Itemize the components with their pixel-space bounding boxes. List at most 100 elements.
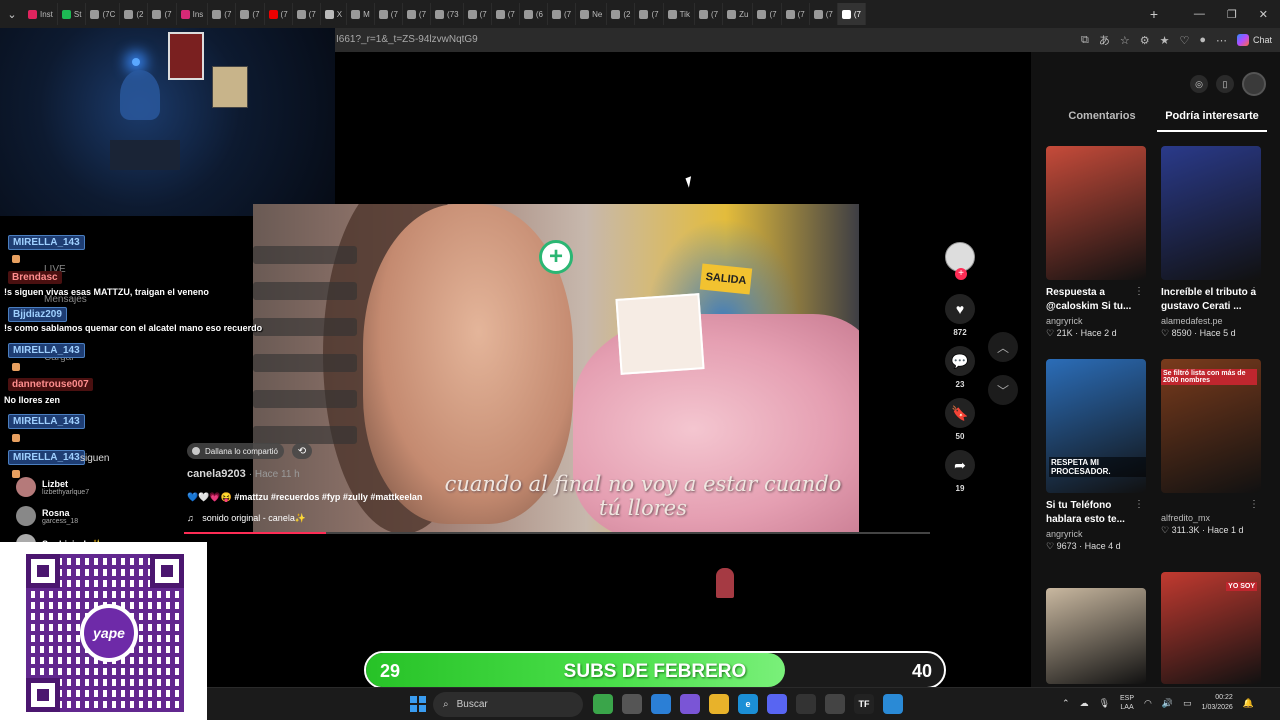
browser-tab[interactable]: X	[321, 3, 348, 25]
chat-username[interactable]: Brendasc	[8, 271, 62, 284]
browser-tab[interactable]: Ne	[576, 3, 608, 25]
translate-icon[interactable]: あ	[1099, 32, 1110, 48]
coin-icon[interactable]: ◎	[1190, 75, 1208, 93]
recommended-video[interactable]: RESPETA MI PROCESADOR. Si tu Teléfono ha…	[1046, 359, 1146, 552]
repost-icon[interactable]: ⟲	[292, 443, 312, 459]
recommended-video[interactable]: YO SOY	[1161, 572, 1261, 684]
copilot-app-icon[interactable]	[680, 694, 700, 714]
browser-tab[interactable]: Inst	[24, 3, 58, 25]
extensions-icon[interactable]: ⚙	[1140, 34, 1150, 47]
restore-icon[interactable]: ❐	[1227, 8, 1237, 21]
tiktok-app-icon[interactable]: TF	[854, 694, 874, 714]
browser-tab[interactable]: M	[347, 3, 375, 25]
more-options-icon[interactable]: ⋮	[1249, 499, 1259, 510]
more-options-icon[interactable]: ⋮	[1249, 286, 1259, 297]
profile-avatar[interactable]	[1242, 72, 1266, 96]
tab-suggested[interactable]: Podría interesarte	[1157, 110, 1267, 132]
browser-tab[interactable]: (7	[265, 3, 293, 25]
browser-tab[interactable]: (7	[635, 3, 664, 25]
chrome-app-icon[interactable]	[825, 694, 845, 714]
device-icon[interactable]: ▯	[1216, 75, 1234, 93]
favorites-icon[interactable]: ★	[1160, 34, 1170, 47]
browser-tab[interactable]: Tik	[664, 3, 695, 25]
browser-tab[interactable]: (7	[375, 3, 403, 25]
browser-tab[interactable]: (7	[293, 3, 321, 25]
battery-icon[interactable]: ▭	[1183, 698, 1192, 709]
browser-tab[interactable]: Ins	[177, 3, 209, 25]
browser-tab[interactable]: (7	[837, 3, 866, 25]
like-button[interactable]: ♥ 872	[944, 294, 976, 337]
chat-username[interactable]: MIRELLA_143	[8, 414, 85, 429]
store-app-icon[interactable]	[651, 694, 671, 714]
mic-icon[interactable]: 🎙	[1099, 698, 1110, 709]
recommended-video[interactable]	[1046, 588, 1146, 684]
new-tab-button[interactable]: +	[1142, 6, 1166, 22]
browser-tab[interactable]: (7	[208, 3, 237, 25]
video-progress-bar[interactable]	[184, 532, 930, 534]
tab-actions-menu-icon[interactable]: ⌄	[0, 0, 24, 28]
browser-tab[interactable]: (7	[810, 3, 838, 25]
browser-tab[interactable]: (7	[403, 3, 432, 25]
wifi-icon[interactable]: ◠	[1144, 698, 1152, 709]
browser-tab[interactable]: (7	[753, 3, 782, 25]
chat-username[interactable]: Bjjdiaz209	[8, 307, 67, 322]
copilot-chat-button[interactable]: Chat	[1236, 34, 1272, 46]
edge-app-icon[interactable]: e	[738, 694, 758, 714]
onedrive-icon[interactable]: ☁	[1080, 698, 1089, 709]
taskview-app-icon[interactable]	[622, 694, 642, 714]
browser-tab[interactable]: (7	[782, 3, 810, 25]
url-field[interactable]: I661?_r=1&_t=ZS-94lzvwNqtG9	[336, 34, 478, 45]
chat-username[interactable]: MIRELLA_143	[8, 235, 85, 250]
video-sound[interactable]: ♫ sonido original - canela✨	[187, 513, 306, 524]
chat-username[interactable]: dannetrouse007	[8, 378, 93, 391]
browser-tab[interactable]: (2	[607, 3, 636, 25]
chat-username[interactable]: MIRELLA_143	[8, 450, 85, 465]
tab-comments[interactable]: Comentarios	[1047, 110, 1157, 132]
recommended-video[interactable]: Respuesta a @caloskim Si tu... ⋮ angryri…	[1046, 146, 1146, 339]
open-in-app-icon[interactable]: ⧉	[1081, 34, 1089, 47]
taskbar-search[interactable]: ⌕ Buscar	[433, 692, 583, 717]
browser-tab[interactable]: (73	[431, 3, 464, 25]
save-button[interactable]: 🔖 50	[944, 398, 976, 441]
browser-tab[interactable]: (7	[236, 3, 265, 25]
collections-icon[interactable]: ♡	[1179, 34, 1189, 47]
discord-app-icon[interactable]	[767, 694, 787, 714]
share-button[interactable]: ➦ 19	[944, 450, 976, 493]
more-options-icon[interactable]: ⋮	[1134, 499, 1144, 510]
more-menu-icon[interactable]: ⋯	[1216, 34, 1227, 47]
follow-plus-icon[interactable]: +	[955, 268, 967, 280]
browser-tab[interactable]: (2	[120, 3, 149, 25]
recommended-video[interactable]: Increíble el tributo a gustavo Cerati ..…	[1161, 146, 1261, 339]
browser-tab[interactable]: (7	[695, 3, 724, 25]
browser-tab[interactable]: (6	[520, 3, 548, 25]
browser-tab[interactable]: (7C	[86, 3, 121, 25]
browser-tab[interactable]: (7	[548, 3, 577, 25]
browser-tab[interactable]: Zu	[723, 3, 754, 25]
explorer-app-icon[interactable]	[709, 694, 729, 714]
keyboard-language[interactable]: ESP LAA	[1120, 694, 1134, 712]
taskbar-clock[interactable]: 00:22 1/03/2026	[1202, 693, 1233, 713]
previous-video-chevron-up-icon[interactable]: ︿	[988, 332, 1018, 362]
chat-username[interactable]: MIRELLA_143	[8, 343, 85, 358]
notification-bell-icon[interactable]: 🔔	[1243, 698, 1254, 709]
more-options-icon[interactable]: ⋮	[1134, 286, 1144, 297]
recommended-video[interactable]: Se filtró lista con más de 2000 nombres …	[1161, 359, 1261, 536]
favorite-star-icon[interactable]: ☆	[1120, 34, 1130, 47]
browser-tab[interactable]: St	[58, 3, 87, 25]
minimize-icon[interactable]: —	[1194, 8, 1205, 21]
chevron-up-icon[interactable]: ⌃	[1062, 698, 1070, 709]
browser-tab[interactable]: (7	[492, 3, 520, 25]
profile-avatar-icon[interactable]: ●	[1199, 34, 1206, 46]
next-video-chevron-down-icon[interactable]: ﹀	[988, 375, 1018, 405]
comment-button[interactable]: 💬 23	[944, 346, 976, 389]
shared-by-pill[interactable]: Dallana lo compartió	[187, 443, 284, 459]
browser-tab[interactable]: (7	[148, 3, 177, 25]
viewer-row[interactable]: Lizbet lizbethyarlque7	[16, 476, 89, 498]
windows-start-icon[interactable]	[410, 696, 426, 712]
weather-app-icon[interactable]	[593, 694, 613, 714]
obs-app-icon[interactable]	[796, 694, 816, 714]
viewer-row[interactable]: Rosna garcess_18	[16, 505, 78, 527]
browser-tab[interactable]: (7	[464, 3, 492, 25]
video-author[interactable]: canela9203 · Hace 11 h	[187, 468, 300, 480]
app-app-icon[interactable]	[883, 694, 903, 714]
